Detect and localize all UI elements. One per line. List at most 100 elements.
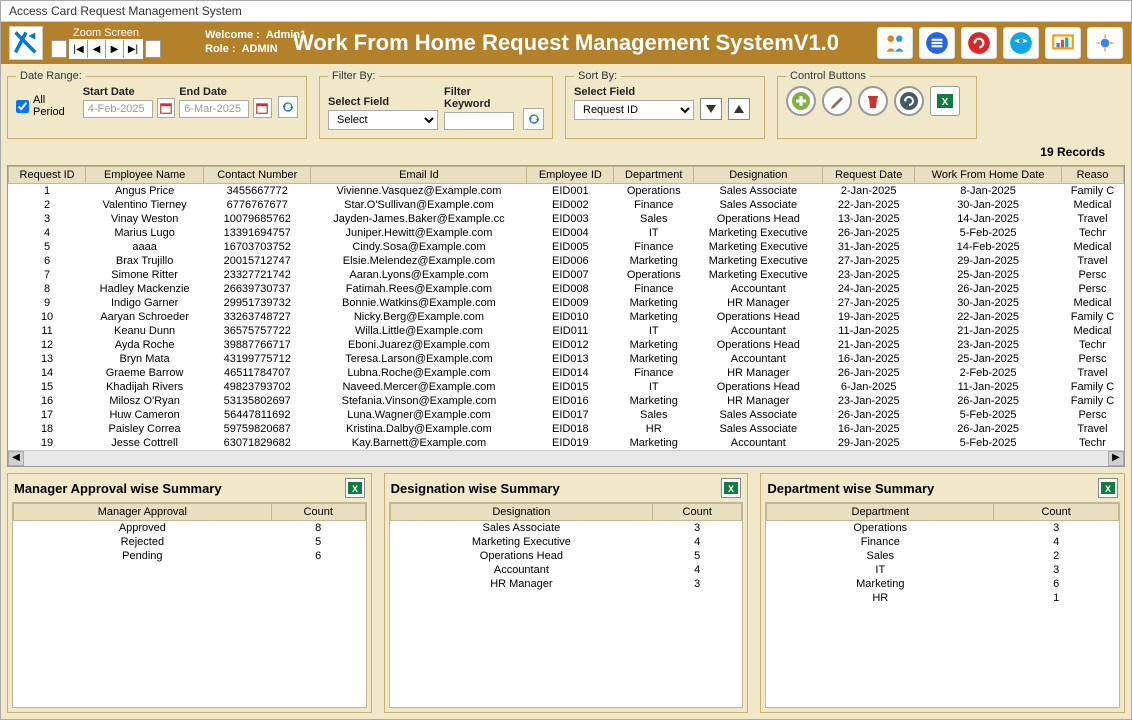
end-date-calendar-button[interactable] xyxy=(253,98,271,118)
data-table[interactable]: Request IDEmployee NameContact NumberEma… xyxy=(8,166,1124,450)
scroll-right-button[interactable]: ▶ xyxy=(1108,451,1124,466)
app-logo xyxy=(9,26,43,60)
table-row[interactable]: 2Valentino Tierney6776767677Star.O'Sulli… xyxy=(9,198,1124,212)
svg-text:X: X xyxy=(1105,484,1111,494)
summary-row: Pending6 xyxy=(14,549,366,563)
role-label: Role : xyxy=(205,43,236,55)
zoom-prev-button[interactable]: ◀ xyxy=(88,40,106,58)
date-range-panel: Date Range: All Period Start Date End Da… xyxy=(7,70,307,139)
sort-asc-button[interactable] xyxy=(728,98,750,120)
filter-refresh-button[interactable] xyxy=(523,108,544,130)
table-row[interactable]: 17Huw Cameron56447811692Luna.Wagner@Exam… xyxy=(9,408,1124,422)
summary-manager-approval: Manager Approval wise Summary X Manager … xyxy=(7,473,372,713)
horizontal-scrollbar[interactable]: ◀ ▶ xyxy=(8,450,1124,466)
window-titlebar: Access Card Request Management System xyxy=(1,1,1131,22)
list-icon-button[interactable] xyxy=(919,27,955,59)
table-row[interactable]: 13Bryn Mata43199775712Teresa.Larson@Exam… xyxy=(9,352,1124,366)
records-count-label: 19 Records xyxy=(7,145,1125,159)
settings-icon-button[interactable] xyxy=(1087,27,1123,59)
column-header[interactable]: Employee Name xyxy=(86,167,204,184)
summary-row: Sales Associate3 xyxy=(390,521,742,536)
zoom-minus-button[interactable]: - xyxy=(51,40,67,58)
role-value: ADMIN xyxy=(242,43,278,55)
data-table-container: Request IDEmployee NameContact NumberEma… xyxy=(7,165,1125,467)
table-row[interactable]: 18Paisley Correa59759820687Kristina.Dalb… xyxy=(9,422,1124,436)
filter-field-select[interactable]: Select xyxy=(328,110,438,130)
table-row[interactable]: 6Brax Trujillo20015712747Elsie.Melendez@… xyxy=(9,254,1124,268)
summary-row: Accountant4 xyxy=(390,563,742,577)
summary-row: HR1 xyxy=(767,591,1119,605)
zoom-next-button[interactable]: ▶ xyxy=(106,40,124,58)
summary1-export-button[interactable]: X xyxy=(345,478,365,498)
column-header[interactable]: Employee ID xyxy=(527,167,614,184)
all-period-label: All Period xyxy=(33,94,75,118)
svg-text:X: X xyxy=(942,97,949,108)
zoom-first-button[interactable]: |◀ xyxy=(70,40,88,58)
table-row[interactable]: 15Khadijah Rivers49823793702Naveed.Merce… xyxy=(9,380,1124,394)
sort-field-select[interactable]: Request ID xyxy=(574,100,694,120)
table-row[interactable]: 4Marius Lugo13391694757Juniper.Hewitt@Ex… xyxy=(9,226,1124,240)
edit-button[interactable] xyxy=(822,86,852,116)
table-row[interactable]: 1Angus Price3455667772Vivienne.Vasquez@E… xyxy=(9,184,1124,199)
users-icon-button[interactable] xyxy=(877,27,913,59)
delete-button[interactable] xyxy=(858,86,888,116)
svg-text:X: X xyxy=(352,484,358,494)
zoom-last-button[interactable]: ▶| xyxy=(124,40,142,58)
add-button[interactable] xyxy=(786,86,816,116)
table-row[interactable]: 5aaaa16703703752Cindy.Sosa@Example.comEI… xyxy=(9,240,1124,254)
column-header[interactable]: Contact Number xyxy=(204,167,311,184)
column-header[interactable]: Request ID xyxy=(9,167,86,184)
all-period-checkbox[interactable] xyxy=(16,100,29,113)
table-row[interactable]: 12Ayda Roche39887766717Eboni.Juarez@Exam… xyxy=(9,338,1124,352)
start-date-calendar-button[interactable] xyxy=(157,98,175,118)
zoom-plus-button[interactable]: + xyxy=(145,40,161,58)
table-row[interactable]: 7Simone Ritter23327721742Aaran.Lyons@Exa… xyxy=(9,268,1124,282)
summary-row: Marketing Executive4 xyxy=(390,535,742,549)
column-header[interactable]: Reaso xyxy=(1062,167,1124,184)
date-refresh-button[interactable] xyxy=(278,96,298,118)
table-row[interactable]: 9Indigo Garner29951739732Bonnie.Watkins@… xyxy=(9,296,1124,310)
table-row[interactable]: 8Hadley Mackenzie26639730737Fatimah.Rees… xyxy=(9,282,1124,296)
summary3-export-button[interactable]: X xyxy=(1098,478,1118,498)
summary-row: Marketing6 xyxy=(767,577,1119,591)
summary-row: HR Manager3 xyxy=(390,577,742,591)
chart-icon-button[interactable] xyxy=(1045,27,1081,59)
svg-text:X: X xyxy=(728,484,734,494)
summary-department: Department wise Summary X DepartmentCoun… xyxy=(760,473,1125,713)
table-row[interactable]: 3Vinay Weston10079685762Jayden-James.Bak… xyxy=(9,212,1124,226)
table-row[interactable]: 16Milosz O'Ryan53135802697Stefania.Vinso… xyxy=(9,394,1124,408)
start-date-label: Start Date xyxy=(83,86,153,98)
column-header[interactable]: Email Id xyxy=(311,167,527,184)
welcome-label: Welcome : xyxy=(205,29,260,41)
filter-keyword-input[interactable] xyxy=(444,112,514,130)
column-header[interactable]: Designation xyxy=(694,167,823,184)
export-excel-button[interactable]: X xyxy=(930,86,960,116)
column-header[interactable]: Department xyxy=(614,167,694,184)
scroll-left-button[interactable]: ◀ xyxy=(8,451,24,466)
summary2-title: Designation wise Summary xyxy=(391,481,560,496)
app-header: Zoom Screen - |◀ ◀ ▶ ▶| + Welcome :Admin… xyxy=(1,22,1131,64)
table-row[interactable]: 10Aaryan Schroeder33263748727Nicky.Berg@… xyxy=(9,310,1124,324)
column-header[interactable]: Work From Home Date xyxy=(915,167,1062,184)
table-row[interactable]: 19Jesse Cottrell63071829682Kay.Barnett@E… xyxy=(9,436,1124,450)
filter-field-label: Select Field xyxy=(328,96,438,108)
sort-field-label: Select Field xyxy=(574,86,694,98)
sort-desc-button[interactable] xyxy=(700,98,722,120)
web-icon-button[interactable] xyxy=(1003,27,1039,59)
table-row[interactable]: 14Graeme Barrow46511784707Lubna.Roche@Ex… xyxy=(9,366,1124,380)
summary-designation: Designation wise Summary X DesignationCo… xyxy=(384,473,749,713)
zoom-label: Zoom Screen xyxy=(51,27,161,39)
start-date-input[interactable] xyxy=(83,100,153,118)
summary3-title: Department wise Summary xyxy=(767,481,934,496)
control-buttons-panel: Control Buttons X xyxy=(777,70,977,139)
app-title: Work From Home Request Management System… xyxy=(293,30,839,56)
end-date-input[interactable] xyxy=(179,100,249,118)
end-date-label: End Date xyxy=(179,86,249,98)
table-row[interactable]: 11Keanu Dunn36575757722Willa.Little@Exam… xyxy=(9,324,1124,338)
summary-row: Finance4 xyxy=(767,535,1119,549)
summary-row: Operations3 xyxy=(767,521,1119,536)
summary2-export-button[interactable]: X xyxy=(721,478,741,498)
global-refresh-button[interactable] xyxy=(894,86,924,116)
refresh-icon-button[interactable] xyxy=(961,27,997,59)
column-header[interactable]: Request Date xyxy=(823,167,915,184)
